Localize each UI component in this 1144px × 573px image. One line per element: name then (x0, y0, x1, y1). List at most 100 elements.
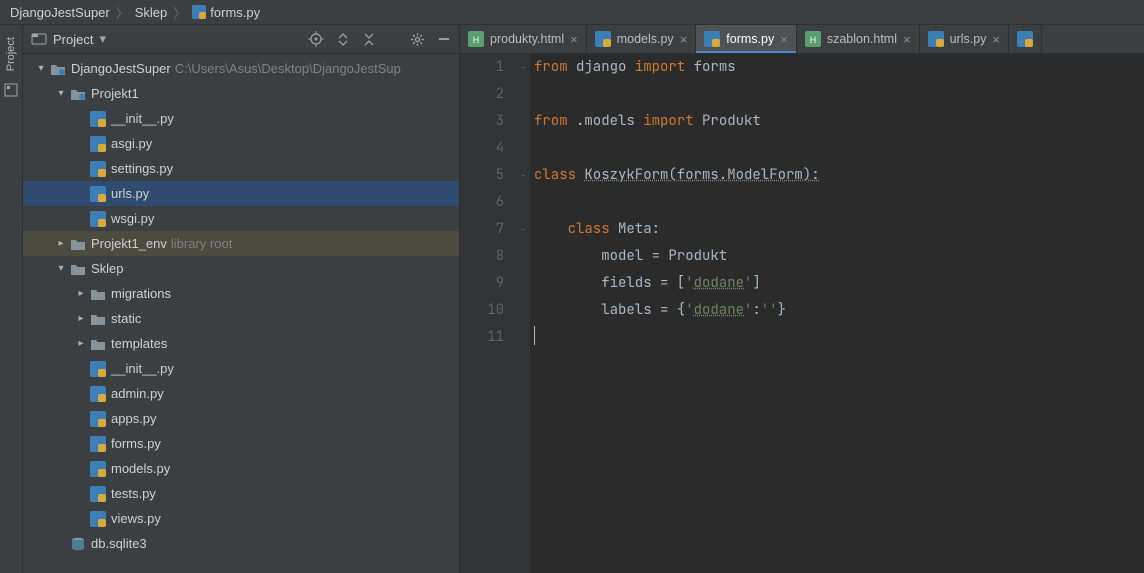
locate-button[interactable] (308, 31, 324, 47)
tree-label: apps.py (111, 411, 157, 426)
hide-button[interactable] (437, 32, 451, 46)
project-tree[interactable]: ▾DjangoJestSuperC:\Users\Asus\Desktop\Dj… (23, 54, 459, 573)
tree-row[interactable]: ▸__init__.py (23, 356, 459, 381)
py-icon (89, 136, 107, 152)
close-icon[interactable]: × (903, 32, 911, 47)
tree-label: models.py (111, 461, 170, 476)
tree-row[interactable]: ▸models.py (23, 456, 459, 481)
editor-tabs[interactable]: Hprodukty.html×models.py×forms.py×Hszabl… (460, 25, 1144, 54)
project-panel-title: Project (53, 32, 93, 47)
tree-row[interactable]: ▸Projekt1_envlibrary root (23, 231, 459, 256)
tree-hint: C:\Users\Asus\Desktop\DjangoJestSup (175, 61, 401, 76)
code-line[interactable] (534, 324, 1144, 351)
tree-row[interactable]: ▸static (23, 306, 459, 331)
py-icon (89, 386, 107, 402)
tree-arrow-icon[interactable]: ▸ (73, 313, 89, 324)
close-icon[interactable]: × (992, 32, 1000, 47)
tree-row[interactable]: ▸__init__.py (23, 106, 459, 131)
tree-row[interactable]: ▸db.sqlite3 (23, 531, 459, 556)
tree-arrow-icon[interactable]: ▸ (53, 238, 69, 249)
settings-button[interactable] (410, 32, 425, 47)
code-line[interactable]: fields = ['dodane'] (534, 270, 1144, 297)
tree-row[interactable]: ▸migrations (23, 281, 459, 306)
project-view-icon (31, 31, 47, 47)
tree-row[interactable]: ▸urls.py (23, 181, 459, 206)
line-number: 7 (474, 216, 504, 243)
breadcrumb-folder[interactable]: Sklep (135, 5, 168, 20)
tree-row[interactable]: ▸asgi.py (23, 131, 459, 156)
tree-row[interactable]: ▾Sklep (23, 256, 459, 281)
tree-row[interactable]: ▾ Projekt1 (23, 81, 459, 106)
fold-marker (516, 324, 530, 351)
tree-row[interactable]: ▸views.py (23, 506, 459, 531)
tree-label: __init__.py (111, 111, 174, 126)
code-line[interactable]: class KoszykForm(forms.ModelForm): (534, 162, 1144, 189)
dropdown-arrow-icon[interactable]: ▾ (99, 31, 106, 47)
tab-label: forms.py (726, 32, 774, 46)
editor-tab-overflow[interactable] (1009, 25, 1042, 53)
tree-arrow-icon[interactable]: ▾ (33, 63, 49, 74)
structure-tool-icon[interactable] (4, 83, 18, 97)
close-icon[interactable]: × (570, 32, 578, 47)
close-icon[interactable]: × (780, 32, 788, 47)
tree-row[interactable]: ▸admin.py (23, 381, 459, 406)
tree-label: __init__.py (111, 361, 174, 376)
code-line[interactable] (534, 135, 1144, 162)
py-file-icon (928, 31, 944, 47)
tree-row[interactable]: ▸wsgi.py (23, 206, 459, 231)
fold-marker (516, 189, 530, 216)
collapse-all-button[interactable] (362, 32, 376, 46)
fold-marker[interactable]: − (516, 216, 530, 243)
tree-row[interactable]: ▸ templates (23, 331, 459, 356)
breadcrumb-file[interactable]: forms.py (192, 5, 260, 20)
code-line[interactable] (534, 189, 1144, 216)
line-number: 3 (474, 108, 504, 135)
py-icon (89, 461, 107, 477)
code-line[interactable]: from .models import Produkt (534, 108, 1144, 135)
tree-row[interactable]: ▸settings.py (23, 156, 459, 181)
project-tool-tab[interactable]: Project (5, 31, 17, 77)
py-icon (89, 111, 107, 127)
editor-tab[interactable]: forms.py × (696, 25, 797, 53)
code-line[interactable] (534, 81, 1144, 108)
tree-label: Projekt1 (91, 86, 139, 101)
breadcrumb-root[interactable]: DjangoJestSuper (10, 5, 110, 20)
tree-label: urls.py (111, 186, 149, 201)
code-line[interactable]: model = Produkt (534, 243, 1144, 270)
fold-marker (516, 297, 530, 324)
fold-marker[interactable]: − (516, 162, 530, 189)
fold-marker[interactable]: − (516, 54, 530, 81)
tree-row[interactable]: ▸apps.py (23, 406, 459, 431)
py-icon (89, 211, 107, 227)
expand-all-button[interactable] (336, 32, 350, 46)
tree-arrow-icon[interactable]: ▾ (53, 88, 69, 99)
tree-row[interactable]: ▸tests.py (23, 481, 459, 506)
editor-tab[interactable]: Hprodukty.html× (460, 25, 587, 53)
py-icon (89, 486, 107, 502)
tree-row[interactable]: ▸forms.py (23, 431, 459, 456)
editor-tab[interactable]: models.py× (587, 25, 697, 53)
db-icon (69, 536, 87, 552)
code-line[interactable]: labels = {'dodane':''} (534, 297, 1144, 324)
code-editor[interactable]: 1234567891011 −−− from django import for… (460, 54, 1144, 573)
html-file-icon: H (468, 31, 484, 47)
code-line[interactable]: class Meta: (534, 216, 1144, 243)
line-number: 4 (474, 135, 504, 162)
fold-marker (516, 243, 530, 270)
tree-arrow-icon[interactable]: ▸ (73, 338, 89, 349)
tree-row[interactable]: ▾DjangoJestSuperC:\Users\Asus\Desktop\Dj… (23, 56, 459, 81)
tree-arrow-icon[interactable]: ▸ (73, 288, 89, 299)
chevron-right-icon: 〉 (116, 3, 129, 22)
line-number: 2 (474, 81, 504, 108)
editor-tab[interactable]: urls.py× (920, 25, 1009, 53)
code-line[interactable]: from django import forms (534, 54, 1144, 81)
code-content[interactable]: from django import forms from .models imp… (530, 54, 1144, 573)
python-file-icon (192, 5, 206, 19)
close-icon[interactable]: × (680, 32, 688, 47)
py-file-icon (1017, 31, 1033, 47)
editor-tab[interactable]: Hszablon.html× (797, 25, 920, 53)
fold-gutter[interactable]: − − − (516, 54, 530, 573)
breadcrumb[interactable]: DjangoJestSuper 〉 Sklep 〉 forms.py (0, 0, 1144, 25)
tree-arrow-icon[interactable]: ▾ (53, 263, 69, 274)
tree-label: templates (111, 336, 167, 351)
